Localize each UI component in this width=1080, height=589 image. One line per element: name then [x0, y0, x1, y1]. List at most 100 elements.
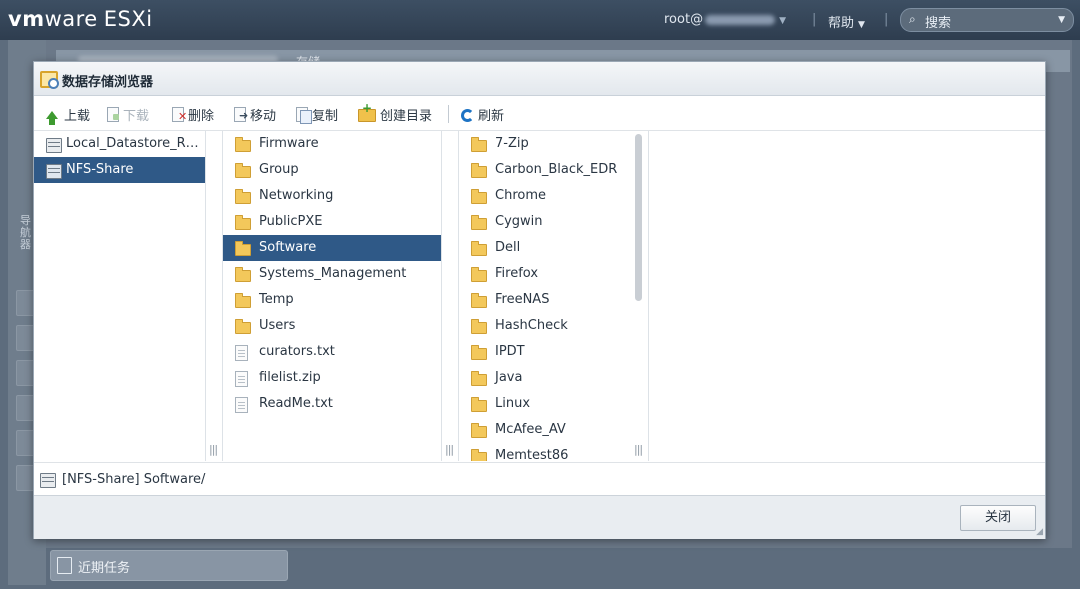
redacted-host [705, 14, 776, 25]
close-button[interactable]: 关闭 [960, 505, 1036, 531]
item-label: Linux [495, 396, 531, 411]
list-item[interactable]: Chrome [459, 183, 632, 209]
user-name: root@ [664, 12, 704, 27]
list-item[interactable]: Carbon_Black_EDR [459, 157, 632, 183]
item-label: Memtest86 [495, 448, 569, 461]
item-label: FreeNAS [495, 292, 550, 307]
move-button[interactable]: 移动 [234, 105, 277, 124]
list-item[interactable]: Cygwin [459, 209, 632, 235]
datastore-browser-dialog: 数据存储浏览器 上载 下载 删除 移动 复制 创建目录 刷新 Local_Dat… [33, 61, 1046, 539]
item-label: Firmware [259, 136, 319, 151]
folder-icon [471, 319, 487, 334]
search-icon: ⌕ [909, 12, 916, 26]
folder-icon [235, 319, 251, 334]
item-label: Chrome [495, 188, 546, 203]
top-bar: vmware ESXi root@ ▼ | 帮助 ▼ | ⌕ 搜索 ▼ [0, 0, 1080, 40]
dialog-footer: 关闭 ◢ [34, 495, 1045, 539]
delete-button[interactable]: 删除 [172, 105, 215, 124]
datastore-icon [40, 473, 56, 488]
folder-icon [471, 163, 487, 178]
list-item[interactable]: curators.txt [223, 339, 441, 365]
copy-button[interactable]: 复制 [296, 105, 338, 124]
list-item[interactable]: Systems_Management [223, 261, 441, 287]
list-item[interactable]: ReadMe.txt [223, 391, 441, 417]
list-item[interactable]: Memtest86 [459, 443, 632, 461]
item-label: Software [259, 240, 317, 255]
folder-icon [471, 397, 487, 412]
folder-icon [471, 189, 487, 204]
folder-icon [471, 215, 487, 230]
list-item[interactable]: Firmware [223, 131, 441, 157]
column-divider[interactable] [205, 131, 206, 461]
folder-icon [471, 449, 487, 461]
navigator-label: 导航器 [20, 214, 31, 251]
download-label: 下载 [123, 109, 150, 124]
folder-icon [235, 189, 251, 204]
item-label: Carbon_Black_EDR [495, 162, 618, 177]
path-bar: [NFS-Share] Software/ [34, 462, 1045, 495]
folder-icon [471, 137, 487, 152]
list-item[interactable]: Linux [459, 391, 632, 417]
item-label: Users [259, 318, 296, 333]
folder-icon [235, 241, 251, 256]
list-item[interactable]: 7-Zip [459, 131, 632, 157]
list-item[interactable]: Dell [459, 235, 632, 261]
list-item[interactable]: Group [223, 157, 441, 183]
recent-tasks-button[interactable]: 近期任务 [50, 550, 288, 581]
item-label: Java [495, 370, 523, 385]
tasks-icon [57, 557, 72, 574]
column-divider[interactable] [441, 131, 442, 461]
list-item[interactable]: IPDT [459, 339, 632, 365]
list-item[interactable]: Users [223, 313, 441, 339]
column-resize-grip[interactable]: ||| [445, 443, 454, 456]
file-icon [235, 371, 248, 387]
list-item[interactable]: McAfee_AV [459, 417, 632, 443]
upload-button[interactable]: 上载 [46, 105, 91, 125]
item-label: IPDT [495, 344, 525, 359]
list-item[interactable]: Firefox [459, 261, 632, 287]
vertical-scrollbar[interactable] [635, 134, 642, 301]
help-menu[interactable]: 帮助 ▼ [828, 12, 865, 31]
create-directory-button[interactable]: 创建目录 [358, 101, 432, 124]
resize-handle-icon[interactable]: ◢ [1036, 527, 1043, 537]
datastore-label: NFS-Share [66, 162, 134, 177]
datastore-label: Local_Datastore_R… [66, 136, 199, 151]
move-label: 移动 [250, 109, 277, 124]
search-input[interactable]: ⌕ 搜索 ▼ [900, 8, 1074, 32]
chevron-down-icon: ▼ [1058, 15, 1065, 25]
datastore-icon [46, 164, 62, 179]
list-item[interactable]: PublicPXE [223, 209, 441, 235]
refresh-button[interactable]: 刷新 [461, 105, 504, 124]
folder-icon [235, 215, 251, 230]
folder-icon [471, 371, 487, 386]
item-label: McAfee_AV [495, 422, 566, 437]
download-button[interactable]: 下载 [107, 105, 150, 124]
list-item[interactable]: HashCheck [459, 313, 632, 339]
list-item[interactable]: Java [459, 365, 632, 391]
column-resize-grip[interactable]: ||| [634, 443, 643, 456]
list-item[interactable]: Networking [223, 183, 441, 209]
help-label: 帮助 [828, 16, 855, 31]
upload-label: 上载 [64, 109, 91, 124]
list-item-selected[interactable]: Software [223, 235, 441, 261]
folder-icon [235, 267, 251, 282]
folder-icon [471, 267, 487, 282]
folder-icon [235, 137, 251, 152]
delete-label: 删除 [188, 109, 215, 124]
user-menu[interactable]: root@ ▼ [664, 12, 786, 27]
item-label: Firefox [495, 266, 539, 281]
list-item[interactable]: FreeNAS [459, 287, 632, 313]
list-item[interactable]: Temp [223, 287, 441, 313]
folder-icon [471, 241, 487, 256]
dialog-title: 数据存储浏览器 [62, 75, 154, 90]
toolbar: 上载 下载 删除 移动 复制 创建目录 刷新 [34, 96, 1045, 131]
datastore-browser-icon [40, 71, 59, 89]
vmware-esxi-logo: vmware ESXi [8, 7, 153, 31]
folder-icon [235, 163, 251, 178]
column-resize-grip[interactable]: ||| [209, 443, 218, 456]
item-label: Systems_Management [259, 266, 407, 281]
item-label: filelist.zip [259, 370, 321, 385]
datastore-item-selected[interactable]: NFS-Share [34, 157, 205, 183]
list-item[interactable]: filelist.zip [223, 365, 441, 391]
datastore-item[interactable]: Local_Datastore_R… [34, 131, 205, 157]
